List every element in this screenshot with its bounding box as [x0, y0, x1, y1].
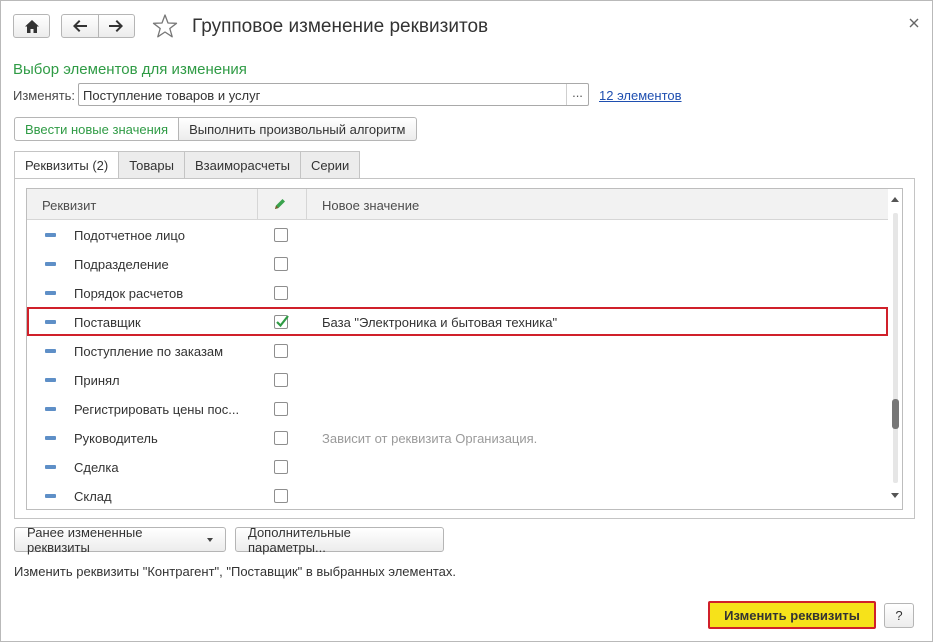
change-checkbox[interactable]: [274, 373, 288, 387]
column-new-value[interactable]: Новое значение: [322, 198, 419, 213]
column-attribute[interactable]: Реквизит: [42, 198, 96, 213]
object-type-value: Поступление товаров и услуг: [83, 88, 261, 103]
attribute-name: Поступление по заказам: [74, 344, 224, 359]
attribute-name: Подразделение: [74, 257, 169, 272]
column-divider: [306, 189, 307, 220]
new-value-cell[interactable]: Зависит от реквизита Организация.: [322, 431, 537, 446]
attributes-table: Реквизит Новое значение Подотчетное лицо…: [26, 188, 903, 510]
column-divider: [257, 189, 258, 220]
table-row[interactable]: Подразделение: [27, 249, 888, 278]
elements-count-link[interactable]: 12 элементов: [599, 88, 682, 103]
attribute-icon: [45, 291, 56, 295]
attribute-name: Поставщик: [74, 315, 141, 330]
new-value-cell[interactable]: База "Электроника и бытовая техника": [322, 315, 557, 330]
tab-bar: Реквизиты (2) Товары Взаиморасчеты Серии: [14, 151, 361, 179]
dropdown-caret-icon: [207, 537, 213, 542]
scroll-track[interactable]: [893, 213, 898, 483]
help-button[interactable]: ?: [884, 603, 914, 628]
navigation-buttons: [61, 14, 135, 38]
table-row[interactable]: Регистрировать цены пос...: [27, 394, 888, 423]
scroll-down-icon[interactable]: [891, 493, 899, 498]
home-icon: [24, 19, 39, 33]
choose-button[interactable]: ...: [566, 84, 588, 105]
attribute-name: Склад: [74, 489, 112, 504]
scroll-up-icon[interactable]: [891, 197, 899, 202]
section-title: Выбор элементов для изменения: [13, 61, 247, 78]
additional-params-button[interactable]: Дополнительные параметры...: [235, 525, 444, 555]
object-type-field[interactable]: Поступление товаров и услуг ...: [78, 83, 589, 106]
change-checkbox[interactable]: [274, 431, 288, 445]
attribute-icon: [45, 320, 56, 324]
change-checkbox[interactable]: [274, 489, 288, 503]
change-checkbox[interactable]: [274, 344, 288, 358]
scroll-thumb[interactable]: [892, 399, 899, 429]
attribute-name: Порядок расчетов: [74, 286, 184, 301]
mode-switch: Ввести новые значения Выполнить произвол…: [14, 117, 417, 141]
run-algorithm-button[interactable]: Выполнить произвольный алгоритм: [179, 117, 417, 141]
tab-settlements[interactable]: Взаиморасчеты: [183, 151, 301, 178]
window-title: Групповое изменение реквизитов: [192, 16, 489, 37]
previously-changed-label: Ранее измененные реквизиты: [27, 524, 143, 555]
table-row[interactable]: Порядок расчетов: [27, 278, 888, 307]
attribute-name: Руководитель: [74, 431, 158, 446]
table-header: Реквизит Новое значение: [27, 189, 888, 220]
apply-changes-button[interactable]: Изменить реквизиты: [708, 601, 876, 629]
home-button[interactable]: [13, 14, 50, 38]
table-row[interactable]: Сделка: [27, 452, 888, 481]
tab-attributes[interactable]: Реквизиты (2): [14, 151, 120, 179]
attribute-icon: [45, 407, 56, 411]
close-icon[interactable]: [906, 15, 922, 31]
attribute-icon: [45, 262, 56, 266]
attribute-icon: [45, 465, 56, 469]
change-label: Изменять:: [13, 88, 76, 103]
attribute-icon: [45, 349, 56, 353]
change-checkbox[interactable]: [274, 228, 288, 242]
attributes-panel: Реквизит Новое значение Подотчетное лицо…: [14, 178, 915, 519]
table-row[interactable]: Подотчетное лицо: [27, 220, 888, 249]
previously-changed-button[interactable]: Ранее измененные реквизиты: [14, 524, 226, 555]
table-row[interactable]: Поступление по заказам: [27, 336, 888, 365]
pencil-icon[interactable]: [273, 197, 287, 211]
group-edit-window: Групповое изменение реквизитов Выбор эле…: [0, 0, 933, 642]
arrow-right-icon: [109, 20, 124, 32]
table-row[interactable]: Поставщик База "Электроника и бытовая тех…: [27, 307, 888, 336]
change-summary-note: Изменить реквизиты "Контрагент", "Постав…: [14, 564, 457, 579]
tab-series[interactable]: Серии: [299, 151, 361, 178]
checkmark-icon: [276, 315, 289, 328]
table-body: Подотчетное лицо Подразделение Порядок рас…: [27, 220, 888, 509]
change-checkbox[interactable]: [274, 257, 288, 271]
tab-goods[interactable]: Товары: [118, 151, 185, 178]
change-checkbox[interactable]: [274, 402, 288, 416]
change-checkbox[interactable]: [274, 460, 288, 474]
attribute-name: Сделка: [74, 460, 119, 475]
attribute-icon: [45, 378, 56, 382]
attribute-name: Принял: [74, 373, 120, 388]
attribute-icon: [45, 436, 56, 440]
attribute-name: Подотчетное лицо: [74, 228, 185, 243]
attribute-icon: [45, 494, 56, 498]
back-button[interactable]: [62, 15, 98, 37]
arrow-left-icon: [72, 20, 87, 32]
table-row[interactable]: Склад: [27, 481, 888, 509]
forward-button[interactable]: [97, 15, 134, 37]
attribute-name: Регистрировать цены пос...: [74, 402, 240, 417]
enter-new-values-button[interactable]: Ввести новые значения: [14, 117, 180, 141]
attribute-icon: [45, 233, 56, 237]
table-row[interactable]: Принял: [27, 365, 888, 394]
change-checkbox[interactable]: [274, 315, 289, 329]
star-icon[interactable]: [152, 13, 178, 39]
table-row[interactable]: Руководитель Зависит от реквизита Организ…: [27, 423, 888, 452]
vertical-scrollbar[interactable]: [888, 189, 902, 509]
change-checkbox[interactable]: [274, 286, 288, 300]
